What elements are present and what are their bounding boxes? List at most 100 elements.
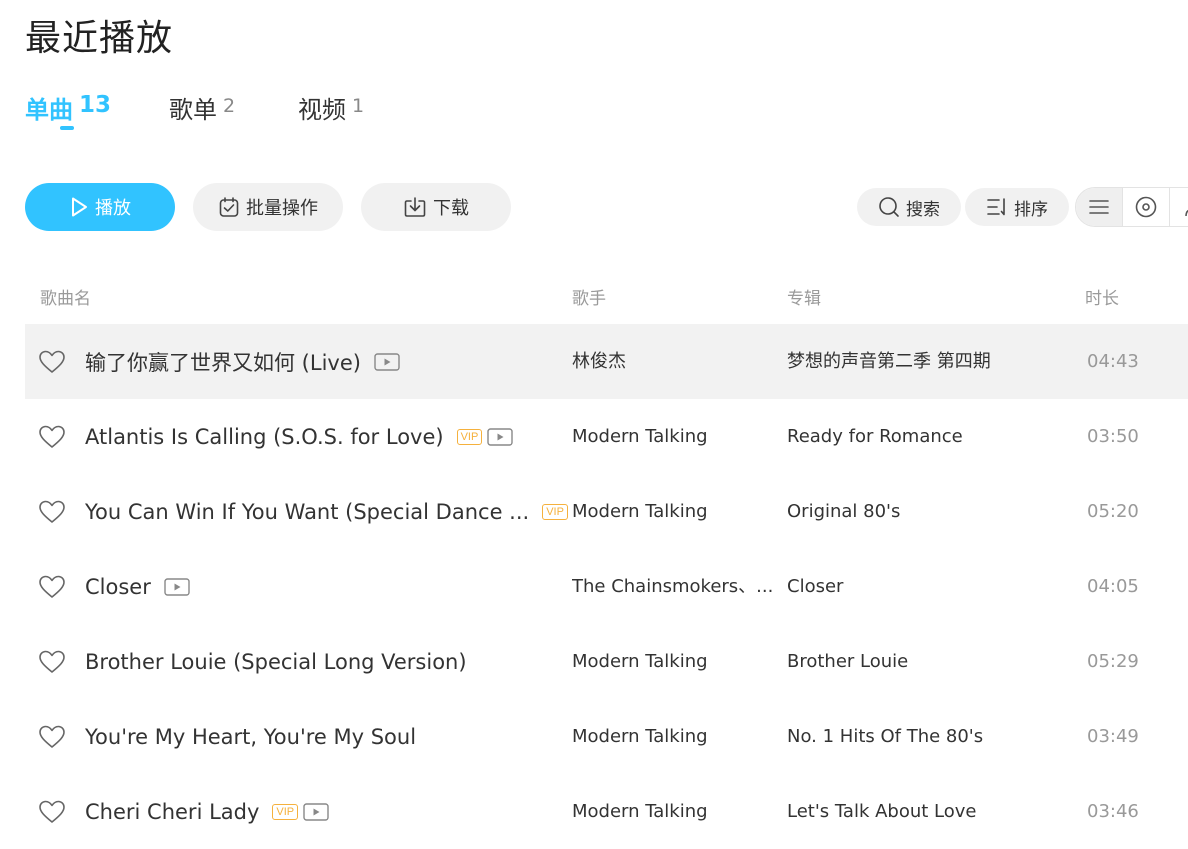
song-duration: 05:29: [1087, 624, 1139, 699]
heart-icon: [38, 650, 66, 674]
toolbar: 播放 批量操作 下载 搜索 排序: [0, 183, 1188, 233]
search-button[interactable]: 搜索: [857, 188, 961, 226]
song-album[interactable]: No. 1 Hits Of The 80's: [787, 699, 1067, 774]
song-title-cell: Cheri Cheri Lady VIP: [85, 774, 569, 849]
tab-playlists-label: 歌单: [169, 96, 217, 124]
song-artist[interactable]: Modern Talking: [572, 399, 777, 474]
tab-songs-label: 单曲: [25, 96, 73, 124]
tab-videos-count: 1: [352, 95, 364, 117]
song-title-cell: Closer: [85, 549, 569, 624]
heart-icon: [38, 725, 66, 749]
column-header-artist[interactable]: 歌手: [572, 284, 606, 314]
song-title-cell: Atlantis Is Calling (S.O.S. for Love)VIP: [85, 399, 569, 474]
column-header-song[interactable]: 歌曲名: [40, 284, 91, 314]
song-album[interactable]: Let's Talk About Love: [787, 774, 1067, 849]
song-title-cell: You Can Win If You Want (Special Dance .…: [85, 474, 569, 549]
table-header: 歌曲名 歌手 专辑 时长: [0, 284, 1188, 314]
song-artist[interactable]: Modern Talking: [572, 699, 777, 774]
song-row[interactable]: You're My Heart, You're My Soul Modern Ta…: [25, 699, 1188, 774]
sort-button[interactable]: 排序: [965, 188, 1069, 226]
song-row[interactable]: CloserThe Chainsmokers、...Closer04:05: [25, 549, 1188, 624]
list-view-button[interactable]: [1076, 188, 1123, 226]
song-title[interactable]: Brother Louie (Special Long Version): [85, 650, 467, 674]
vip-badge: VIP: [542, 504, 568, 520]
song-artist[interactable]: Modern Talking: [572, 474, 777, 549]
sort-label: 排序: [1014, 195, 1048, 220]
heart-icon: [38, 425, 66, 449]
video-icon: [374, 353, 400, 371]
mv-button[interactable]: [303, 803, 329, 821]
song-duration: 03:46: [1087, 774, 1139, 849]
heart-icon: [38, 350, 66, 374]
mv-button[interactable]: [164, 578, 190, 596]
mv-button[interactable]: [374, 353, 400, 371]
favorite-button[interactable]: [38, 725, 66, 749]
heart-icon: [38, 500, 66, 524]
artist-view-button[interactable]: [1170, 188, 1188, 226]
video-icon: [487, 428, 513, 446]
user-icon: [1183, 196, 1188, 218]
view-mode-toggle: [1075, 187, 1188, 227]
tab-songs[interactable]: 单曲13: [25, 92, 111, 132]
song-album[interactable]: 梦想的声音第二季 第四期: [787, 324, 1067, 399]
favorite-button[interactable]: [38, 575, 66, 599]
favorite-button[interactable]: [38, 800, 66, 824]
song-duration: 04:05: [1087, 549, 1139, 624]
batch-operation-button[interactable]: 批量操作: [193, 183, 343, 231]
tab-playlists[interactable]: 歌单 2: [169, 92, 235, 132]
song-album[interactable]: Ready for Romance: [787, 399, 1067, 474]
song-album[interactable]: Original 80's: [787, 474, 1067, 549]
search-icon: [878, 196, 900, 218]
song-artist[interactable]: The Chainsmokers、...: [572, 549, 777, 624]
song-row[interactable]: Cheri Cheri Lady VIP Modern TalkingLet's T…: [25, 774, 1188, 849]
tab-videos-label: 视频: [298, 96, 346, 124]
song-row[interactable]: Brother Louie (Special Long Version) Mode…: [25, 624, 1188, 699]
play-all-button[interactable]: 播放: [25, 183, 175, 231]
favorite-button[interactable]: [38, 500, 66, 524]
song-title[interactable]: Cheri Cheri Lady: [85, 800, 259, 824]
favorite-button[interactable]: [38, 425, 66, 449]
song-title-cell: You're My Heart, You're My Soul: [85, 699, 569, 774]
favorite-button[interactable]: [38, 650, 66, 674]
video-icon: [303, 803, 329, 821]
song-title[interactable]: Atlantis Is Calling (S.O.S. for Love): [85, 425, 444, 449]
vip-badge: VIP: [272, 804, 298, 820]
download-icon: [403, 196, 427, 218]
song-title[interactable]: You're My Heart, You're My Soul: [85, 725, 416, 749]
song-list: 输了你赢了世界又如何 (Live)林俊杰梦想的声音第二季 第四期04:43Atl…: [25, 324, 1188, 849]
disc-icon: [1135, 196, 1157, 218]
favorite-button[interactable]: [38, 350, 66, 374]
checkbox-icon: [218, 196, 240, 218]
song-row[interactable]: 输了你赢了世界又如何 (Live) 林俊杰梦想的声音第二季 第四期 04:43: [25, 324, 1188, 399]
video-icon: [164, 578, 190, 596]
column-header-duration[interactable]: 时长: [1085, 284, 1119, 314]
song-duration: 03:49: [1087, 699, 1139, 774]
heart-icon: [38, 800, 66, 824]
tab-active-indicator: [60, 126, 74, 130]
song-album[interactable]: Brother Louie: [787, 624, 1067, 699]
play-all-label: 播放: [95, 194, 131, 220]
tab-videos[interactable]: 视频 1: [298, 92, 364, 132]
play-icon: [69, 196, 89, 218]
column-header-album[interactable]: 专辑: [787, 284, 821, 314]
song-row[interactable]: You Can Win If You Want (Special Dance .…: [25, 474, 1188, 549]
song-artist[interactable]: 林俊杰: [572, 324, 777, 399]
song-title[interactable]: Closer: [85, 575, 151, 599]
tab-playlists-count: 2: [223, 95, 235, 117]
list-icon: [1089, 199, 1109, 215]
tab-songs-count: 13: [79, 92, 111, 118]
heart-icon: [38, 575, 66, 599]
song-duration: 04:43: [1087, 324, 1139, 399]
song-title[interactable]: 输了你赢了世界又如何 (Live): [85, 347, 361, 377]
song-row[interactable]: Atlantis Is Calling (S.O.S. for Love)VIP…: [25, 399, 1188, 474]
album-view-button[interactable]: [1123, 188, 1170, 226]
song-duration: 03:50: [1087, 399, 1139, 474]
page-title: 最近播放: [25, 14, 173, 64]
song-artist[interactable]: Modern Talking: [572, 774, 777, 849]
song-title-cell: Brother Louie (Special Long Version): [85, 624, 569, 699]
song-artist[interactable]: Modern Talking: [572, 624, 777, 699]
download-button[interactable]: 下载: [361, 183, 511, 231]
song-title[interactable]: You Can Win If You Want (Special Dance .…: [85, 500, 529, 524]
song-album[interactable]: Closer: [787, 549, 1067, 624]
mv-button[interactable]: [487, 428, 513, 446]
